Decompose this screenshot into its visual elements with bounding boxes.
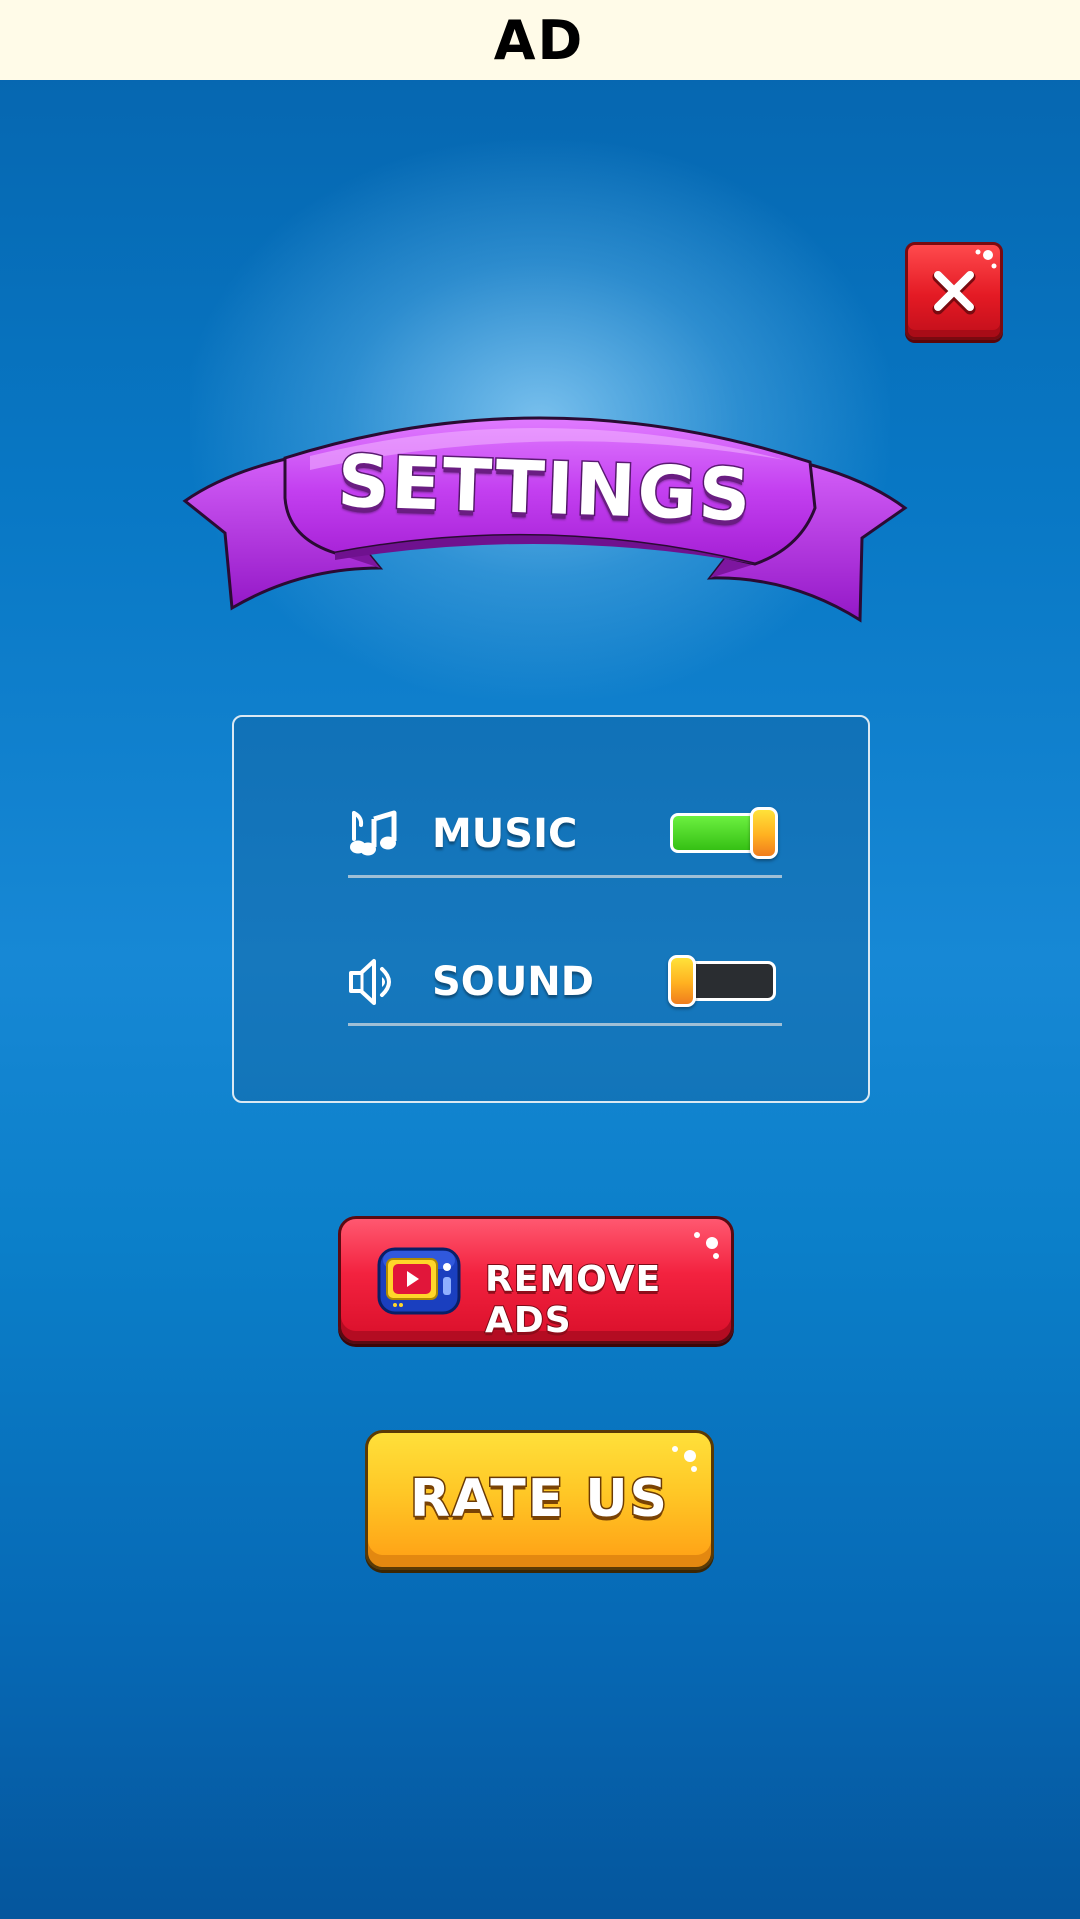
sound-label: SOUND: [432, 959, 594, 1005]
speaker-icon: [349, 959, 391, 1005]
ad-banner[interactable]: AD: [0, 0, 1080, 80]
music-setting-row: MUSIC: [348, 795, 782, 878]
sparkle-decoration: [691, 1466, 697, 1472]
remove-ads-label: REMOVE ADS: [484, 1258, 662, 1342]
tv-play-icon: [377, 1247, 461, 1315]
rate-us-button[interactable]: RATE US: [365, 1430, 714, 1570]
music-toggle-knob[interactable]: [750, 807, 778, 859]
rate-us-label: RATE US: [408, 1468, 670, 1531]
settings-banner: SETTINGS: [180, 398, 910, 628]
close-icon: [932, 249, 997, 315]
music-note-icon: [350, 810, 397, 856]
sound-setting-row: SOUND: [348, 943, 782, 1026]
sparkle-decoration: [706, 1237, 718, 1249]
settings-panel: MUSIC SOUND: [232, 715, 870, 1103]
music-toggle[interactable]: [670, 807, 778, 859]
remove-ads-button[interactable]: REMOVE ADS: [338, 1216, 734, 1344]
sound-toggle[interactable]: [668, 955, 776, 1007]
close-button[interactable]: [905, 242, 1003, 340]
ad-label: AD: [493, 8, 585, 72]
sparkle-decoration: [672, 1446, 678, 1452]
sparkle-decoration: [684, 1450, 696, 1462]
sound-toggle-knob[interactable]: [668, 955, 696, 1007]
sparkle-decoration: [694, 1232, 700, 1238]
sparkle-decoration: [713, 1253, 719, 1259]
music-label: MUSIC: [432, 811, 578, 857]
